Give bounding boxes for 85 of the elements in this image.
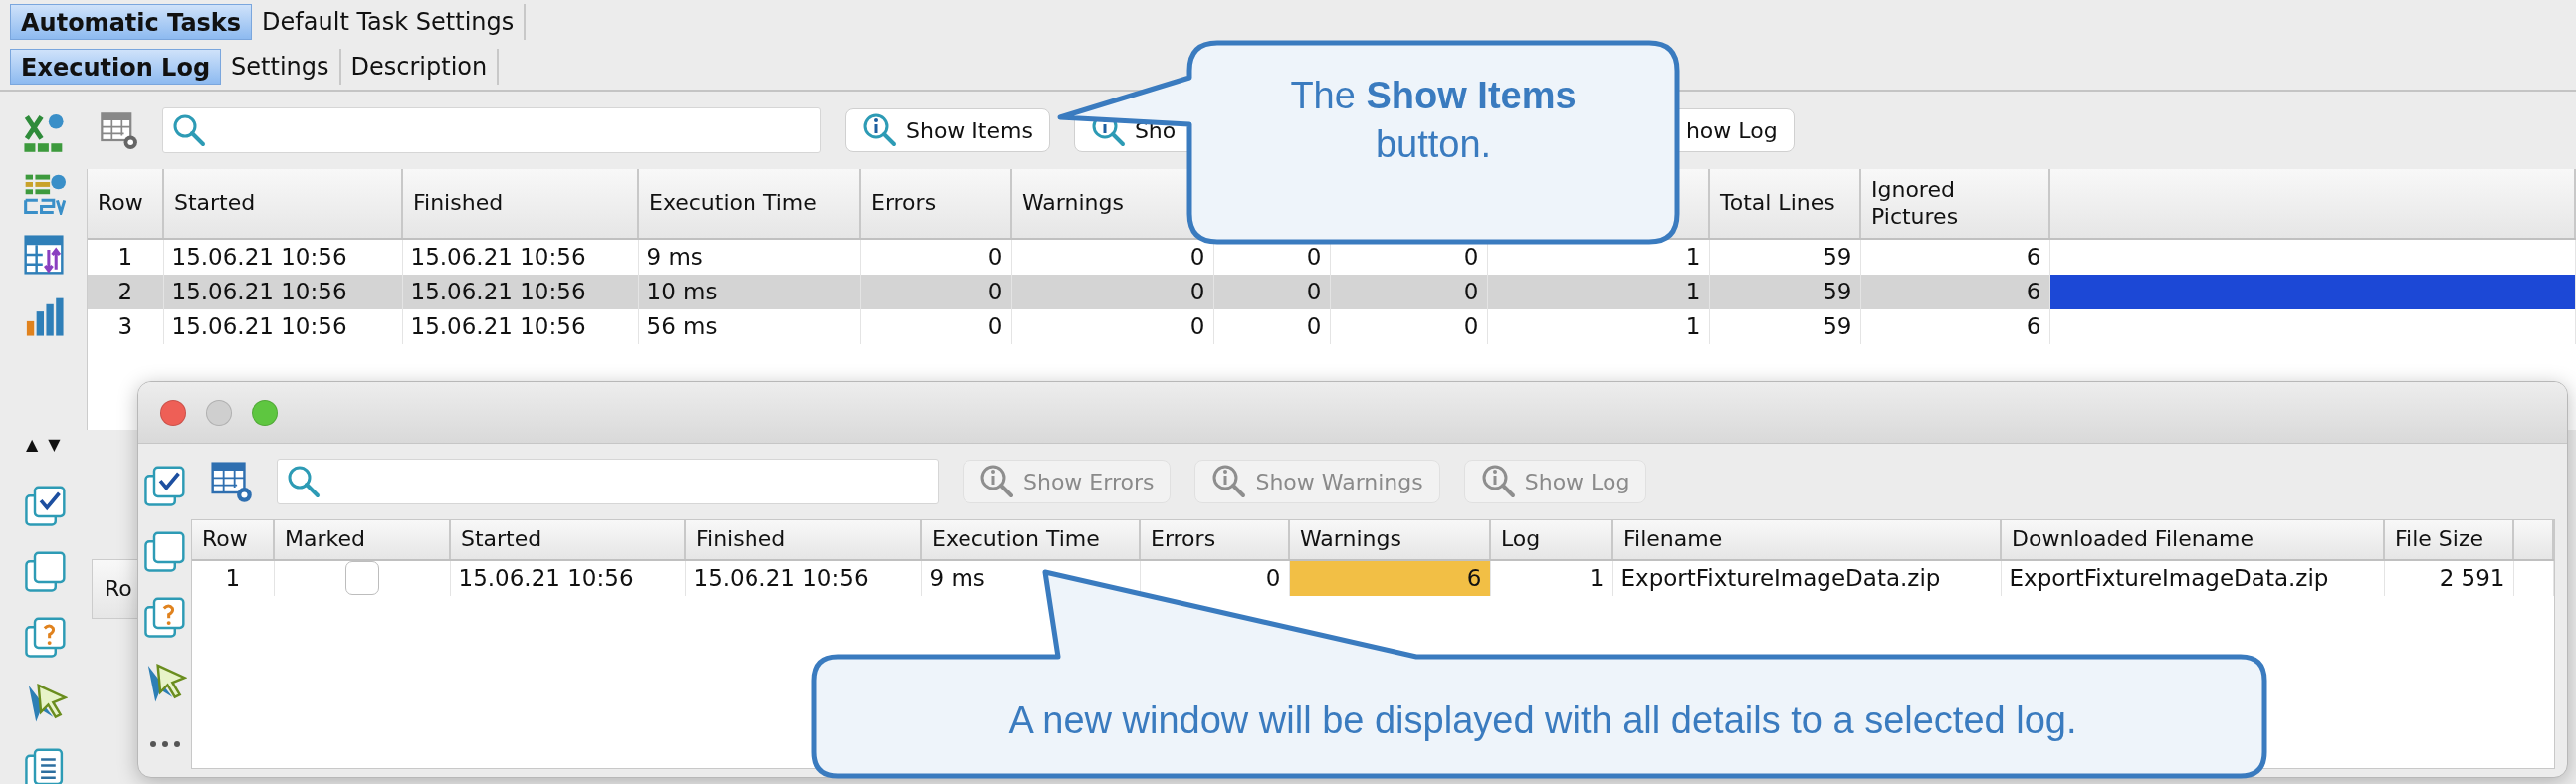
checkbox[interactable]: [344, 561, 379, 596]
column-header: Log: [1490, 520, 1612, 560]
table-cell: 1: [1487, 308, 1709, 344]
table-cell: 15.06.21 10:56: [402, 274, 638, 309]
table-arrows-icon[interactable]: [21, 233, 66, 277]
column-header: Errors: [860, 169, 1011, 239]
search-icon: [286, 464, 322, 499]
table-cell: 6: [1860, 239, 2049, 275]
table-cell: 6: [1289, 560, 1490, 596]
table-cell: 6: [1860, 308, 2049, 344]
question-stack-icon[interactable]: [24, 615, 68, 659]
table-cell: 59: [1709, 239, 1860, 275]
table-cell: 1: [1490, 560, 1612, 596]
table-cell: 1: [192, 560, 274, 596]
table-cell: 2 591: [2384, 560, 2513, 596]
table-cell: 9 ms: [638, 239, 860, 275]
callout-text: The Show Items button.: [1289, 74, 1578, 168]
column-header: Downloaded Filename: [2001, 520, 2384, 560]
column-header: Started: [450, 520, 685, 560]
tab[interactable]: Execution Log: [10, 49, 222, 85]
column-header: Total Lines: [1709, 169, 1860, 239]
table-cell: 15.06.21 10:56: [685, 560, 921, 596]
column-header: Errors: [1140, 520, 1289, 560]
search-field[interactable]: [277, 459, 939, 504]
column-header: File Size: [2384, 520, 2513, 560]
column-header: Row: [88, 169, 163, 239]
table-cell: 1: [1487, 274, 1709, 309]
table-cell: ExportFixtureImageData.zip: [2001, 560, 2384, 596]
question-stack-icon[interactable]: [142, 595, 187, 639]
table-cell: 0: [1213, 274, 1330, 309]
column-header: Execution Time: [638, 169, 860, 239]
table-cell: 6: [1860, 274, 2049, 309]
column-header: Finished: [685, 520, 921, 560]
table-cell: 15.06.21 10:56: [402, 308, 638, 344]
table-cell: 0: [1330, 308, 1487, 344]
table-cell: 10 ms: [638, 274, 860, 309]
splitter-arrow[interactable]: ▼: [48, 433, 61, 457]
window-stack-icon[interactable]: [142, 529, 187, 573]
zoom-button[interactable]: [252, 399, 278, 426]
column-header: Marked: [274, 520, 450, 560]
grid-settings-icon[interactable]: [99, 110, 138, 150]
checkbox-stack-icon[interactable]: [142, 464, 187, 507]
table-cell: 0: [1011, 308, 1213, 344]
table-cell: 56 ms: [638, 308, 860, 344]
column-header: Row: [192, 520, 274, 560]
table-cell: 15.06.21 10:56: [402, 239, 638, 275]
table-cell: 15.06.21 10:56: [163, 308, 402, 344]
table-cell: 15.06.21 10:56: [163, 239, 402, 275]
tab[interactable]: Settings: [221, 49, 341, 85]
splitter-arrow[interactable]: ▲: [26, 433, 39, 457]
search-field[interactable]: [162, 107, 821, 153]
table-cell: 2: [88, 274, 163, 309]
table-cell: 15.06.21 10:56: [450, 560, 685, 596]
checkbox-stack-icon[interactable]: [24, 484, 68, 527]
info-search-icon: [862, 112, 898, 148]
callout-text: A new window will be displayed with all details to a selected log.: [1007, 698, 2078, 743]
table-cell: 0: [860, 308, 1011, 344]
tab[interactable]: Automatic Tasks: [10, 4, 253, 40]
column-header: Started: [163, 169, 402, 239]
column-header: Execution Time: [921, 520, 1140, 560]
tab[interactable]: Description: [340, 49, 500, 85]
column-header: Ignored Pictures: [1860, 169, 2049, 239]
window-stack-icon[interactable]: [24, 549, 68, 593]
column-header: Finished: [402, 169, 638, 239]
table-cell: 59: [1709, 274, 1860, 309]
table-cell: 0: [1330, 274, 1487, 309]
grid-settings-icon[interactable]: [209, 460, 253, 503]
info-search-icon: [1480, 464, 1517, 499]
table-cell: 0: [1213, 308, 1330, 344]
search-icon: [171, 112, 207, 148]
tab[interactable]: Default Task Settings: [252, 4, 527, 40]
close-button[interactable]: [160, 399, 186, 426]
table-cell: 1: [88, 239, 163, 275]
column-header: Warnings: [1289, 520, 1490, 560]
info-search-icon: [1211, 464, 1248, 499]
table-cell: 15.06.21 10:56: [163, 274, 402, 309]
table-cell: 0: [860, 274, 1011, 309]
table-cell: 0: [860, 239, 1011, 275]
table-cell: 0: [1011, 274, 1213, 309]
show-button[interactable]: Show Items: [845, 108, 1050, 152]
info-search-icon: [979, 464, 1015, 499]
table-cell: 3: [88, 308, 163, 344]
table-cell: ExportFixtureImageData.zip: [1612, 560, 2001, 596]
table-cell: 59: [1709, 308, 1860, 344]
column-header: Filename: [1612, 520, 2001, 560]
